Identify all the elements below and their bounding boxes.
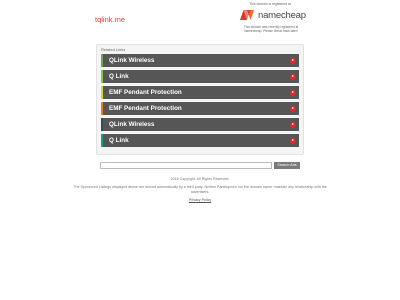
- related-links-heading: Related Links: [101, 47, 126, 52]
- related-link-label: Q Link: [109, 73, 129, 80]
- related-link-label: QLink Wireless: [109, 121, 155, 128]
- arrow-right-icon: [290, 105, 296, 112]
- registrar-bottom-text: This domain was recently registered at N…: [234, 25, 308, 34]
- arrow-right-icon: [290, 57, 296, 64]
- related-link-emf-pendant-1[interactable]: EMF Pendant Protection: [101, 86, 299, 99]
- related-link-label: EMF Pendant Protection: [109, 105, 182, 112]
- arrow-right-icon: [290, 137, 296, 144]
- search-input[interactable]: [100, 162, 272, 169]
- domain-title: tqlink.me: [95, 15, 126, 24]
- related-link-label: QLink Wireless: [109, 57, 155, 64]
- namecheap-logo-text: namecheap: [258, 9, 306, 21]
- search-ads-button[interactable]: Search Ads: [274, 162, 300, 169]
- related-link-q-link-1[interactable]: Q Link: [101, 70, 299, 83]
- arrow-right-icon: [290, 73, 296, 80]
- copyright-text: 2016 Copyright. All Rights Reserved.: [170, 177, 230, 181]
- related-link-qlink-wireless-2[interactable]: QLink Wireless: [101, 118, 299, 131]
- registrar-bottom-line-2: Namecheap. Please check back later!: [244, 29, 298, 34]
- namecheap-n-icon: [240, 10, 254, 20]
- related-link-label: EMF Pendant Protection: [109, 89, 182, 96]
- related-links-list: QLink Wireless Q Link EMF Pendant Protec…: [101, 54, 299, 150]
- namecheap-logo[interactable]: namecheap: [239, 8, 306, 22]
- registrar-top-text: This domain is registered at: [249, 2, 291, 6]
- related-link-q-link-2[interactable]: Q Link: [101, 134, 299, 147]
- disclaimer-text: The Sponsored Listings displayed above a…: [73, 185, 327, 194]
- related-link-qlink-wireless-1[interactable]: QLink Wireless: [101, 54, 299, 67]
- related-links-panel: Related Links QLink Wireless Q Link EMF …: [96, 44, 304, 155]
- privacy-policy-link[interactable]: Privacy Policy: [150, 198, 250, 202]
- related-link-emf-pendant-2[interactable]: EMF Pendant Protection: [101, 102, 299, 115]
- related-link-label: Q Link: [109, 137, 129, 144]
- arrow-right-icon: [290, 121, 296, 128]
- arrow-right-icon: [290, 89, 296, 96]
